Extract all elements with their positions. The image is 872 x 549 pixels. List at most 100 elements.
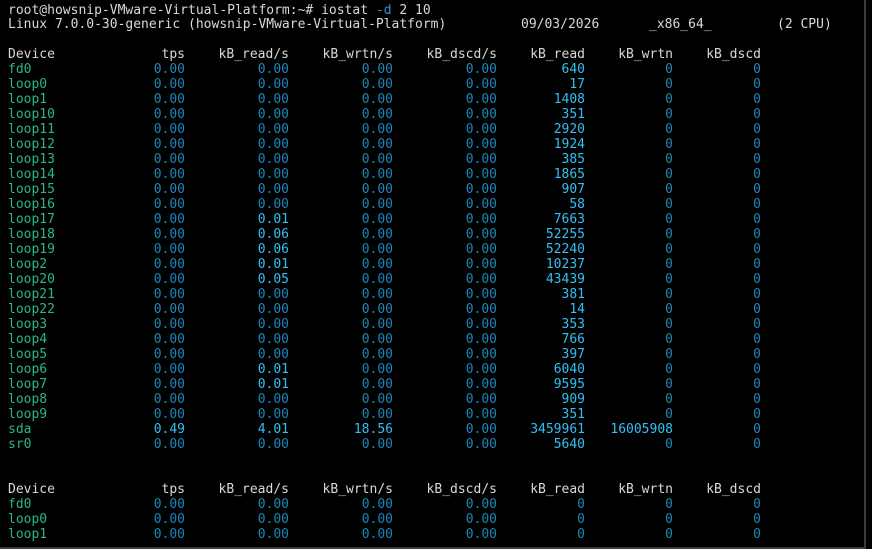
cell-kb-read-per-sec: 0.00 <box>257 332 289 347</box>
cell-kb-dscd: 0 <box>753 287 761 302</box>
cell-tps: 0.00 <box>153 122 185 137</box>
cell-kb-read: 2920 <box>553 122 585 137</box>
device-row: loop15 0.00 0.00 0.00 0.00 907 0 0 <box>8 182 858 197</box>
device-row: loop17 0.00 0.01 0.00 0.00 7663 0 0 <box>8 212 858 227</box>
cell-kb-wrtn-per-sec: 0.00 <box>361 287 393 302</box>
cell-kb-read-per-sec: 0.00 <box>257 152 289 167</box>
cell-device: loop4 <box>8 332 48 347</box>
cell-kb-dscd-per-sec: 0.00 <box>465 377 497 392</box>
device-row: loop4 0.00 0.00 0.00 0.00 766 0 0 <box>8 332 858 347</box>
cell-device: loop20 <box>8 272 55 287</box>
cell-tps: 0.00 <box>153 332 185 347</box>
cell-kb-wrtn-per-sec: 0.00 <box>361 227 393 242</box>
cell-kb-read-per-sec: 0.00 <box>257 107 289 122</box>
cell-kb-read: 5640 <box>553 437 585 452</box>
cell-device: fd0 <box>8 497 32 512</box>
cell-kb-read-per-sec: 0.00 <box>257 527 289 542</box>
cell-kb-wrtn-per-sec: 0.00 <box>361 107 393 122</box>
cell-kb-dscd-per-sec: 0.00 <box>465 497 497 512</box>
cell-kb-wrtn: 0 <box>665 287 673 302</box>
cell-kb-dscd-per-sec: 0.00 <box>465 272 497 287</box>
cell-kb-dscd-per-sec: 0.00 <box>465 92 497 107</box>
cell-kb-wrtn-per-sec: 0.00 <box>361 512 393 527</box>
cell-kb-wrtn: 0 <box>665 77 673 92</box>
cell-kb-wrtn: 0 <box>665 317 673 332</box>
cell-kb-dscd: 0 <box>753 197 761 212</box>
cell-kb-dscd: 0 <box>753 527 761 542</box>
cell-kb-read: 907 <box>561 182 585 197</box>
device-row: loop13 0.00 0.00 0.00 0.00 385 0 0 <box>8 152 858 167</box>
cell-tps: 0.00 <box>153 437 185 452</box>
cell-kb-read: 17 <box>569 77 585 92</box>
cell-kb-read: 9595 <box>553 377 585 392</box>
device-row: loop9 0.00 0.00 0.00 0.00 351 0 0 <box>8 407 858 422</box>
cell-kb-dscd: 0 <box>753 167 761 182</box>
cell-device: sr0 <box>8 437 32 452</box>
cell-kb-wrtn-per-sec: 0.00 <box>361 437 393 452</box>
cell-kb-wrtn-per-sec: 0.00 <box>361 152 393 167</box>
cell-kb-dscd: 0 <box>753 317 761 332</box>
cell-kb-read-per-sec: 0.00 <box>257 137 289 152</box>
cell-kb-read: 1865 <box>553 167 585 182</box>
cell-kb-dscd: 0 <box>753 92 761 107</box>
cell-kb-wrtn-per-sec: 0.00 <box>361 497 393 512</box>
cell-kb-dscd: 0 <box>753 212 761 227</box>
cell-kb-dscd: 0 <box>753 407 761 422</box>
cell-kb-wrtn: 0 <box>665 137 673 152</box>
cell-kb-read-per-sec: 0.00 <box>257 92 289 107</box>
cell-kb-read-per-sec: 0.00 <box>257 437 289 452</box>
cell-tps: 0.00 <box>153 392 185 407</box>
cell-tps: 0.00 <box>153 242 185 257</box>
device-row: loop0 0.00 0.00 0.00 0.00 0 0 0 <box>8 512 858 527</box>
cell-kb-dscd: 0 <box>753 77 761 92</box>
device-row: loop1 0.00 0.00 0.00 0.00 0 0 0 <box>8 527 858 542</box>
cell-kb-dscd: 0 <box>753 332 761 347</box>
cell-tps: 0.00 <box>153 317 185 332</box>
kernel-info: Linux 7.0.0-30-generic (howsnip-VMware-V… <box>8 17 447 32</box>
cell-kb-dscd: 0 <box>753 257 761 272</box>
cell-kb-wrtn-per-sec: 0.00 <box>361 347 393 362</box>
cell-kb-dscd: 0 <box>753 227 761 242</box>
device-row: loop16 0.00 0.00 0.00 0.00 58 0 0 <box>8 197 858 212</box>
cell-kb-read: 58 <box>569 197 585 212</box>
cell-device: loop14 <box>8 167 55 182</box>
cell-kb-read: 10237 <box>545 257 585 272</box>
column-header-kb-read: kB_read <box>530 482 585 497</box>
cell-kb-dscd: 0 <box>753 137 761 152</box>
cell-tps: 0.00 <box>153 527 185 542</box>
cell-tps: 0.00 <box>153 227 185 242</box>
cell-tps: 0.00 <box>153 497 185 512</box>
cell-device: loop6 <box>8 362 48 377</box>
cell-kb-dscd: 0 <box>753 242 761 257</box>
cell-kb-read-per-sec: 0.01 <box>257 212 289 227</box>
cell-kb-wrtn-per-sec: 0.00 <box>361 62 393 77</box>
device-row: loop11 0.00 0.00 0.00 0.00 2920 0 0 <box>8 122 858 137</box>
cell-kb-read: 52240 <box>545 242 585 257</box>
cell-kb-dscd-per-sec: 0.00 <box>465 227 497 242</box>
column-header-kb-wrtn: kB_wrtn <box>618 482 673 497</box>
cell-kb-wrtn: 0 <box>665 332 673 347</box>
cell-kb-dscd: 0 <box>753 377 761 392</box>
cell-kb-read: 381 <box>561 287 585 302</box>
cell-kb-dscd-per-sec: 0.00 <box>465 242 497 257</box>
cell-device: loop1 <box>8 92 48 107</box>
cell-device: loop19 <box>8 242 55 257</box>
prompt-user-host: root@howsnip-VMware-Virtual-Platform:~# <box>8 3 314 18</box>
cell-kb-read-per-sec: 0.00 <box>257 182 289 197</box>
cell-kb-wrtn: 0 <box>665 152 673 167</box>
cell-kb-wrtn: 16005908 <box>610 422 673 437</box>
cell-kb-dscd: 0 <box>753 497 761 512</box>
cell-kb-wrtn-per-sec: 0.00 <box>361 197 393 212</box>
cell-kb-wrtn: 0 <box>665 227 673 242</box>
cell-kb-read: 909 <box>561 392 585 407</box>
column-header-kb-dscd: kB_dscd <box>706 482 761 497</box>
terminal-window[interactable]: root@howsnip-VMware-Virtual-Platform:~# … <box>0 0 866 549</box>
cell-kb-wrtn: 0 <box>665 212 673 227</box>
cell-device: loop13 <box>8 152 55 167</box>
cell-kb-dscd-per-sec: 0.00 <box>465 77 497 92</box>
system-info-line: Linux 7.0.0-30-generic (howsnip-VMware-V… <box>8 17 858 32</box>
cell-tps: 0.00 <box>153 167 185 182</box>
cell-tps: 0.00 <box>153 137 185 152</box>
column-header-kb-read-per-sec: kB_read/s <box>218 482 289 497</box>
device-row: loop20 0.00 0.05 0.00 0.00 43439 0 0 <box>8 272 858 287</box>
